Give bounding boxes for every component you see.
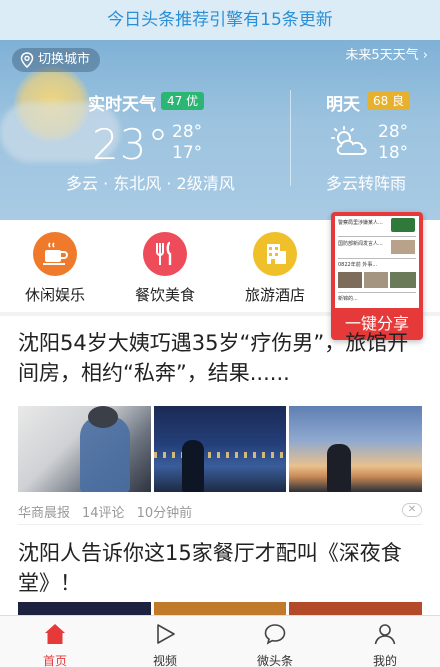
article-image — [289, 406, 423, 492]
article-comment-count: 14评论 — [82, 506, 125, 521]
category-leisure[interactable]: 休闲娱乐 — [10, 232, 100, 305]
article-time: 10分钟前 — [136, 506, 193, 521]
category-hotel[interactable]: 旅游酒店 — [230, 232, 320, 305]
article-image — [18, 406, 151, 492]
today-low-temp: 17° — [172, 143, 203, 163]
tab-label: 微头条 — [256, 654, 293, 667]
category-label: 休闲娱乐 — [24, 286, 85, 304]
hotel-icon — [253, 232, 297, 276]
article-meta: 华商晨报 14评论 10分钟前 — [18, 502, 192, 521]
play-icon — [157, 624, 175, 644]
tomorrow-high-temp: 28° — [378, 122, 409, 142]
partly-cloudy-icon — [331, 126, 367, 155]
tab-home[interactable]: 首页 — [0, 616, 110, 667]
preview-divider — [338, 236, 416, 237]
today-current-temp: 23° — [92, 120, 170, 169]
preview-divider — [338, 258, 416, 259]
tab-me[interactable]: 我的 — [330, 616, 440, 667]
five-day-forecast-link[interactable]: 未来5天天气 › — [345, 46, 428, 66]
weather-divider — [290, 90, 291, 186]
home-icon — [45, 624, 65, 644]
today-high-temp: 28° — [172, 122, 203, 142]
weather-panel: 切换城市 未来5天天气 › 实时天气 47 优 23° 28° 17° 多云 ·… — [0, 40, 440, 220]
preview-image — [391, 240, 415, 254]
article-image-row — [18, 602, 422, 615]
tab-label: 视频 — [152, 654, 177, 667]
dismiss-article-button[interactable]: ✕ — [402, 503, 422, 517]
article-image — [289, 602, 422, 615]
news-article[interactable]: 沈阳54岁大姨巧遇35岁“疗伤男”，旅馆开间房，相约“私奔”，结果...... … — [18, 328, 423, 524]
news-article[interactable]: 沈阳人告诉你这15家餐厅才配叫《深夜食堂》！ — [18, 538, 422, 615]
update-banner[interactable]: 今日头条推荐引擎有15条更新 — [0, 0, 440, 40]
chat-bubble-icon — [264, 624, 286, 645]
tomorrow-low-temp: 18° — [378, 143, 409, 163]
tomorrow-weather-label: 明天 — [326, 95, 360, 115]
today-weather-desc: 多云 · 东北风 · 2级清风 — [66, 174, 235, 193]
category-label: 餐饮美食 — [134, 286, 195, 304]
tab-label: 首页 — [42, 654, 67, 667]
preview-text: 国防部新闻发言人... — [338, 241, 383, 247]
tab-label: 我的 — [372, 654, 397, 667]
share-preview-thumbnail: 警察局里涉嫌某人... 国防部新闻发言人... 0822年前 外事... 新锦的… — [335, 216, 419, 308]
article-title: 沈阳54岁大姨巧遇35岁“疗伤男”，旅馆开间房，相约“私奔”，结果...... — [18, 331, 409, 385]
article-source: 华商晨报 — [18, 506, 71, 521]
article-title: 沈阳人告诉你这15家餐厅才配叫《深夜食堂》！ — [18, 541, 402, 595]
preview-image — [338, 272, 362, 288]
today-aqi-badge: 47 优 — [161, 92, 205, 110]
preview-text: 新锦的... — [338, 296, 358, 302]
switch-city-label: 切换城市 — [38, 52, 91, 67]
person-icon — [374, 624, 396, 645]
preview-image — [390, 272, 416, 288]
close-icon: ✕ — [407, 504, 417, 515]
tomorrow-aqi-badge: 68 良 — [367, 92, 411, 110]
preview-divider — [338, 292, 416, 293]
tab-video[interactable]: 视频 — [110, 616, 220, 667]
article-image — [153, 602, 287, 615]
dining-icon — [143, 232, 187, 276]
article-image-row — [18, 406, 423, 492]
category-dining[interactable]: 餐饮美食 — [120, 232, 210, 305]
tomorrow-weather-desc: 多云转阵雨 — [326, 174, 407, 193]
bottom-tab-bar: 首页 视频 微头条 我的 — [0, 615, 440, 667]
preview-image — [391, 218, 415, 232]
preview-text: 警察局里涉嫌某人... — [338, 220, 383, 226]
location-pin-icon — [20, 52, 34, 68]
article-image — [153, 406, 287, 492]
switch-city-button[interactable]: 切换城市 — [12, 48, 101, 72]
tab-micro-headline[interactable]: 微头条 — [220, 616, 330, 667]
coffee-icon — [33, 232, 77, 276]
one-click-share-button[interactable]: 警察局里涉嫌某人... 国防部新闻发言人... 0822年前 外事... 新锦的… — [331, 212, 423, 340]
category-label: 旅游酒店 — [244, 286, 305, 304]
preview-image — [364, 272, 388, 288]
article-image — [18, 602, 151, 615]
today-weather-label: 实时天气 — [88, 95, 156, 115]
preview-text: 0822年前 外事... — [338, 262, 378, 268]
article-divider — [18, 524, 422, 525]
